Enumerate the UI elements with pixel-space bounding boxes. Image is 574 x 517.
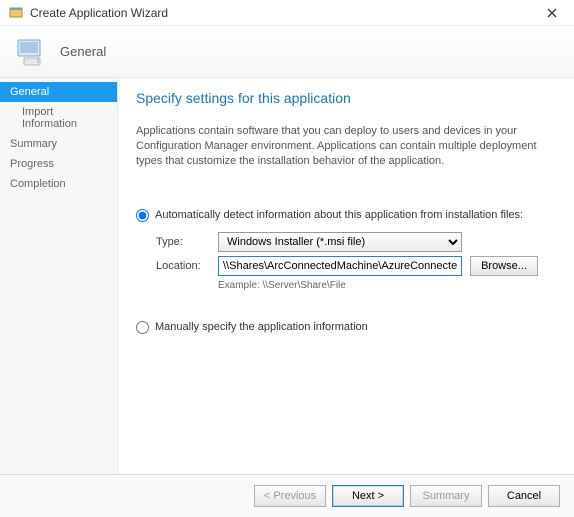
- content-pane: Specify settings for this application Ap…: [118, 78, 574, 474]
- location-row: Location: Browse...: [156, 256, 556, 276]
- summary-button: Summary: [410, 485, 482, 507]
- location-input[interactable]: [218, 256, 462, 276]
- sidebar-item-summary[interactable]: Summary: [0, 134, 117, 154]
- location-example: Example: \\Server\Share\File: [218, 280, 556, 291]
- radio-auto-input[interactable]: [136, 209, 149, 222]
- wizard-body: General Import Information Summary Progr…: [0, 78, 574, 474]
- wizard-header: General: [0, 26, 574, 78]
- type-label: Type:: [156, 236, 218, 248]
- sidebar-item-label: Import Information: [22, 106, 77, 130]
- wizard-footer: < Previous Next > Summary Cancel: [0, 474, 574, 517]
- radio-auto-label: Automatically detect information about t…: [155, 209, 523, 221]
- previous-button: < Previous: [254, 485, 326, 507]
- sidebar-item-import-information[interactable]: Import Information: [0, 102, 117, 134]
- radio-manual[interactable]: Manually specify the application informa…: [136, 321, 556, 334]
- computer-icon: [14, 34, 50, 70]
- sidebar-item-general[interactable]: General: [0, 82, 117, 102]
- close-icon: [547, 8, 557, 18]
- page-title: Specify settings for this application: [136, 90, 556, 106]
- location-label: Location:: [156, 260, 218, 272]
- browse-button[interactable]: Browse...: [470, 256, 538, 276]
- sidebar-item-label: General: [10, 86, 49, 98]
- sidebar-item-label: Progress: [10, 158, 54, 170]
- radio-manual-input[interactable]: [136, 321, 149, 334]
- type-row: Type: Windows Installer (*.msi file): [156, 232, 556, 252]
- type-select[interactable]: Windows Installer (*.msi file): [218, 232, 462, 252]
- sidebar-item-label: Summary: [10, 138, 57, 150]
- app-icon: [8, 5, 24, 21]
- window-title: Create Application Wizard: [30, 6, 538, 20]
- title-bar: Create Application Wizard: [0, 0, 574, 26]
- header-title: General: [60, 44, 106, 59]
- next-button[interactable]: Next >: [332, 485, 404, 507]
- radio-manual-label: Manually specify the application informa…: [155, 321, 368, 333]
- radio-auto-detect[interactable]: Automatically detect information about t…: [136, 209, 556, 222]
- cancel-button[interactable]: Cancel: [488, 485, 560, 507]
- sidebar: General Import Information Summary Progr…: [0, 78, 118, 474]
- sidebar-item-label: Completion: [10, 178, 66, 190]
- close-button[interactable]: [538, 3, 566, 23]
- page-description: Applications contain software that you c…: [136, 124, 556, 169]
- sidebar-item-progress[interactable]: Progress: [0, 154, 117, 174]
- sidebar-item-completion[interactable]: Completion: [0, 174, 117, 194]
